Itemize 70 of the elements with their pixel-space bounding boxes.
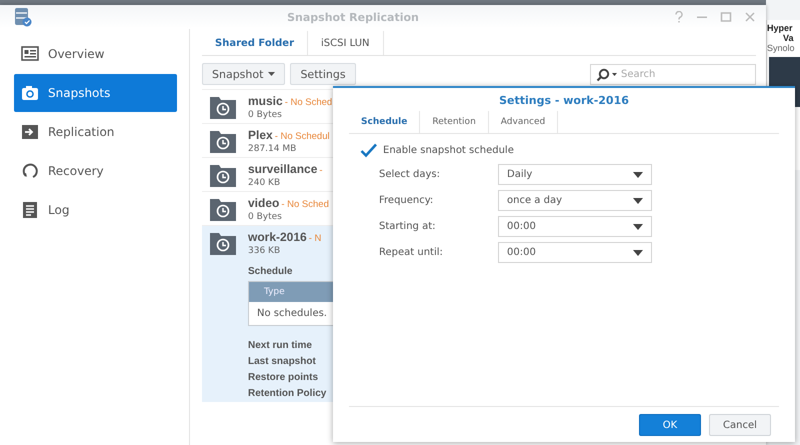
- widget-subtitle: Synolo: [767, 43, 795, 53]
- folder-size: 336 KB: [248, 246, 282, 256]
- field-label: Select days:: [378, 169, 442, 180]
- caret-icon: [268, 72, 276, 76]
- document-list-icon: [21, 201, 39, 219]
- checkmark-icon: [360, 143, 377, 158]
- folder-size: 240 KB: [248, 178, 282, 188]
- tab[interactable]: Advanced: [488, 111, 558, 133]
- dialog-title: Settings - work-2016: [498, 93, 630, 109]
- widget-title: Hyper: [767, 23, 793, 33]
- dropdown-arrow-icon: [633, 224, 643, 230]
- schedule-status: - No Sched: [281, 199, 329, 210]
- dropdown-field[interactable]: once a day: [498, 190, 652, 211]
- dropdown-arrow-icon: [633, 250, 643, 256]
- maximize-icon: [720, 11, 732, 23]
- window-title: Snapshot Replication: [286, 10, 420, 24]
- sidebar-item[interactable]: Replication: [14, 113, 177, 151]
- tab[interactable]: Shared Folder: [202, 31, 308, 55]
- folder-name: work-2016: [248, 230, 307, 244]
- id-card-icon: [21, 45, 39, 63]
- field-label: Repeat until:: [378, 247, 444, 258]
- tab[interactable]: Schedule: [349, 111, 420, 133]
- folder-size: 0 Bytes: [248, 212, 283, 222]
- folder-name: music: [248, 94, 283, 108]
- dropdown-arrow-icon: [633, 198, 643, 204]
- folder-clock-icon: [210, 197, 236, 221]
- tab[interactable]: Retention: [420, 111, 489, 133]
- checkbox[interactable]: Enable snapshot schedule: [360, 142, 795, 159]
- help-icon: [674, 11, 684, 23]
- folder-clock-icon: [210, 231, 236, 255]
- folder-clock-icon: [210, 129, 236, 153]
- schedule-status: - No Schedul: [274, 131, 330, 142]
- folder-name: Plex: [248, 128, 273, 142]
- folder-clock-icon: [210, 95, 236, 119]
- table-cell-text: No schedules.: [256, 307, 328, 321]
- field-label: Next run time: [248, 340, 313, 351]
- field-label: Frequency:: [378, 195, 434, 206]
- sidebar-item[interactable]: Snapshots: [14, 74, 177, 112]
- field-label: Restore points: [248, 372, 320, 383]
- sidebar-item[interactable]: Recovery: [14, 152, 177, 190]
- arrow-into-box-icon: [21, 123, 39, 141]
- schedule-status: -: [319, 165, 323, 176]
- ok-button[interactable]: OK: [639, 414, 701, 436]
- dropdown-field[interactable]: 00:00: [498, 216, 652, 237]
- field-label: Last snapshot: [248, 356, 317, 367]
- close-icon: [744, 11, 756, 23]
- folder-name: video: [248, 196, 280, 210]
- dropdown-field[interactable]: 00:00: [498, 242, 652, 263]
- folder-name: surveillance: [248, 162, 318, 176]
- dropdown-arrow-icon: [633, 172, 643, 178]
- sidebar-item[interactable]: Overview: [14, 35, 177, 73]
- cancel-button[interactable]: Cancel: [709, 414, 771, 436]
- section-label: Schedule: [248, 266, 294, 277]
- sidebar-item[interactable]: Log: [14, 191, 177, 229]
- schedule-status: - No Sched: [284, 97, 332, 108]
- search-field[interactable]: Search: [590, 64, 756, 84]
- tab[interactable]: iSCSI LUN: [308, 31, 384, 55]
- camera-icon: [21, 84, 39, 102]
- folder-clock-icon: [210, 163, 236, 187]
- dropdown-button[interactable]: Snapshot: [202, 63, 286, 85]
- schedule-status: - N: [308, 233, 322, 244]
- field-label: Starting at:: [378, 221, 436, 232]
- folder-size: 0 Bytes: [248, 110, 283, 120]
- folder-size: 287.14 MB: [248, 144, 298, 154]
- database-icon: [14, 7, 32, 27]
- circular-arrow-icon: [21, 162, 39, 180]
- dropdown-field[interactable]: Daily: [498, 164, 652, 185]
- widget-title: Va: [783, 33, 794, 43]
- field-label: Retention Policy: [248, 388, 328, 399]
- settings-button[interactable]: Settings: [290, 63, 356, 85]
